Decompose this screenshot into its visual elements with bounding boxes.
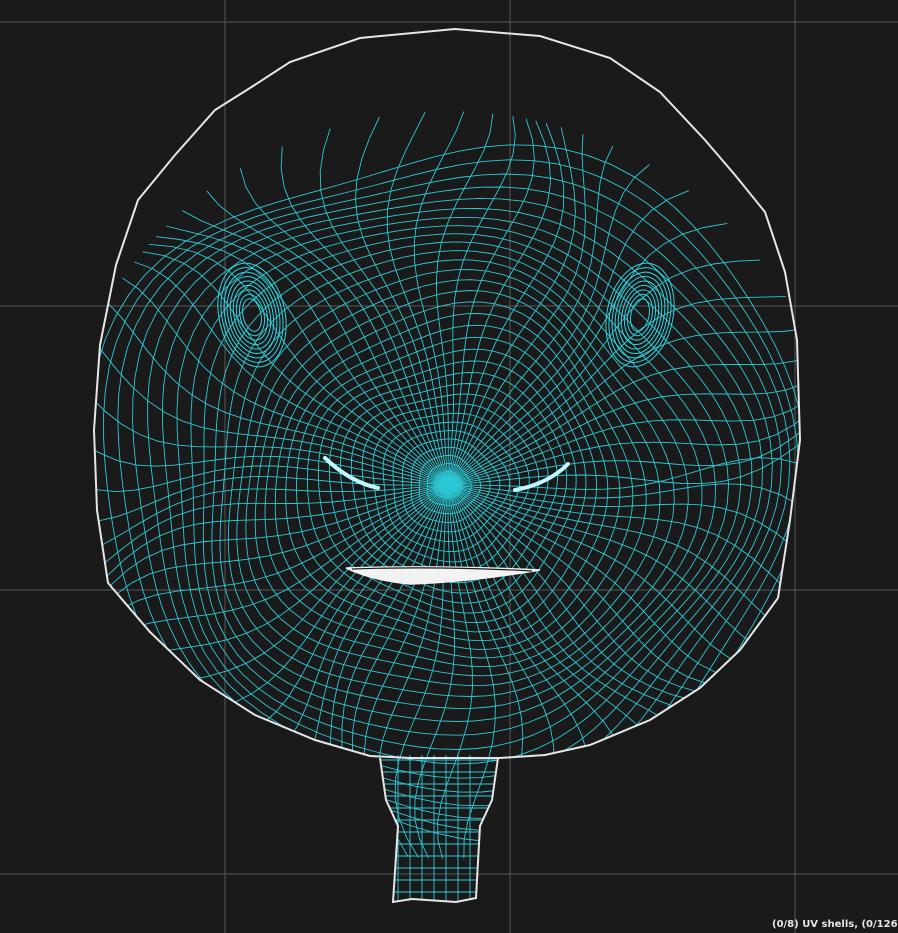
wire-spoke bbox=[447, 484, 670, 794]
wire-spoke bbox=[94, 423, 449, 486]
nostril-right-slit bbox=[513, 462, 570, 492]
uv-grid bbox=[0, 0, 898, 933]
wire-spoke bbox=[363, 484, 449, 856]
eye-left-ellipse bbox=[242, 298, 262, 332]
wire-spoke bbox=[447, 145, 614, 486]
eye-left-ellipse bbox=[229, 280, 275, 350]
wire-spoke bbox=[94, 465, 449, 493]
wire-spoke bbox=[106, 301, 449, 486]
wire-spoke bbox=[447, 484, 787, 672]
wire-spoke bbox=[94, 484, 449, 639]
wire-mesh bbox=[94, 111, 800, 902]
eye-right-ellipse bbox=[617, 280, 663, 350]
eye-right-ellipse bbox=[623, 289, 657, 341]
uv-canvas[interactable] bbox=[0, 0, 898, 933]
wire-spoke bbox=[435, 113, 494, 486]
status-readout: (0/8) UV shells, (0/1267) o bbox=[772, 919, 898, 930]
uv-editor-viewport[interactable]: (0/8) UV shells, (0/1267) o bbox=[0, 0, 898, 933]
wire-spoke bbox=[355, 116, 449, 486]
wire-spoke bbox=[216, 484, 449, 787]
eye-left-ellipse bbox=[226, 276, 278, 354]
wire-spoke bbox=[134, 261, 449, 486]
uv-wireframe[interactable] bbox=[57, 111, 839, 906]
